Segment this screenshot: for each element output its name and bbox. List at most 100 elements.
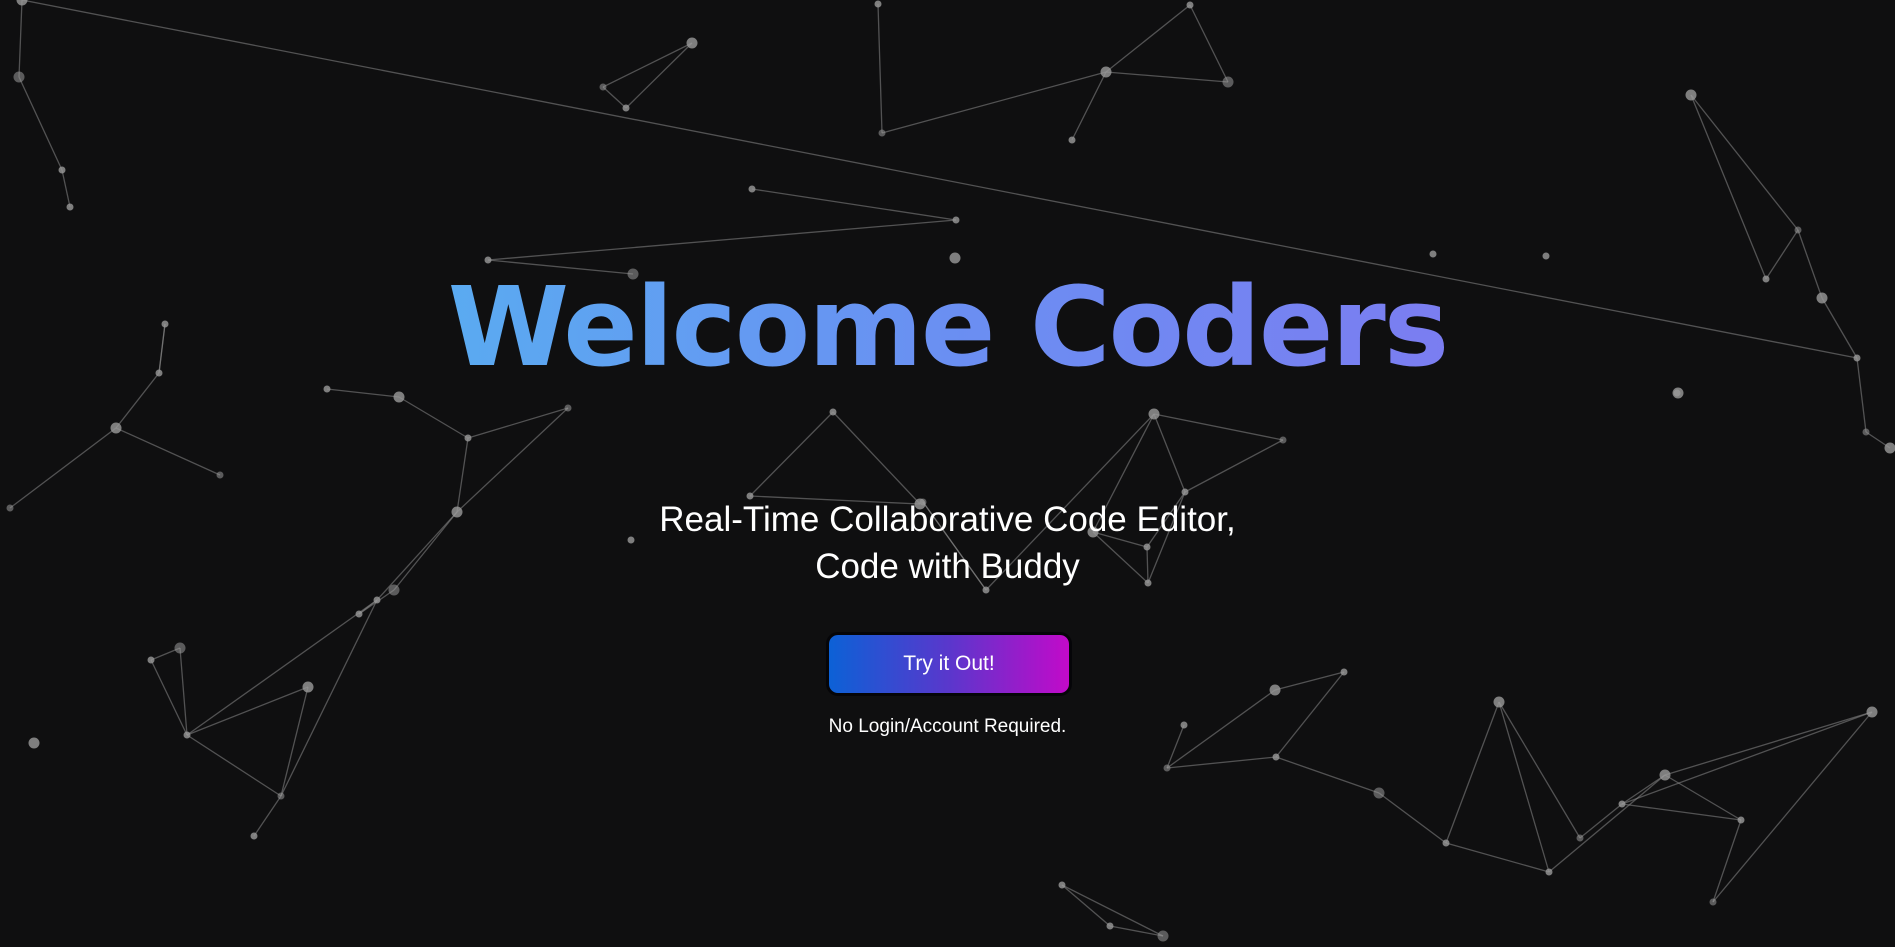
particle-dot: [1493, 696, 1505, 708]
particle-link: [398, 396, 469, 439]
particle-dot: [564, 404, 572, 412]
particle-dot: [1058, 881, 1066, 889]
particle-link: [1378, 792, 1447, 844]
particle-dot: [1100, 66, 1112, 78]
particle-dot: [952, 216, 960, 224]
particle-dot: [1429, 250, 1437, 258]
particle-dot: [464, 434, 472, 442]
particle-dot: [686, 37, 698, 49]
particle-dot: [622, 104, 630, 112]
particle-link: [1664, 774, 1742, 821]
particle-dot: [1163, 764, 1171, 772]
particle-link: [1621, 803, 1742, 821]
particle-dot: [829, 408, 837, 416]
particle-dot: [1659, 769, 1671, 781]
particle-dot: [1442, 839, 1450, 847]
particle-link: [1548, 774, 1666, 873]
particle-dot: [1269, 684, 1281, 696]
particle-link: [1184, 439, 1284, 493]
subtitle-line-1: Real-Time Collaborative Code Editor,: [659, 500, 1236, 539]
particle-link: [602, 42, 693, 88]
particle-dot: [1709, 898, 1717, 906]
particle-link: [1105, 71, 1229, 83]
particle-dot: [1340, 668, 1348, 676]
particle-link: [186, 734, 282, 797]
particle-link: [280, 686, 309, 797]
particle-dot: [1794, 226, 1802, 234]
particle-link: [751, 188, 957, 221]
particle-link: [61, 169, 71, 208]
particle-dot: [1576, 834, 1584, 842]
particle-dot: [1148, 408, 1160, 420]
particle-dot: [66, 203, 74, 211]
particle-dot: [110, 422, 122, 434]
subtitle-line-2: Code with Buddy: [815, 547, 1080, 586]
particle-link: [1071, 71, 1107, 141]
particle-link: [881, 71, 1107, 134]
particle-dot: [1373, 787, 1385, 799]
particle-link: [18, 76, 63, 171]
particle-link: [1690, 94, 1767, 280]
particle-link: [1109, 925, 1164, 937]
particle-link: [1105, 4, 1191, 73]
particle-dot: [355, 610, 363, 618]
particle-dot: [1884, 442, 1895, 454]
particle-link: [253, 795, 282, 837]
particle-dot: [1737, 816, 1745, 824]
particle-link: [1445, 842, 1550, 873]
hero-subtitle: Real-Time Collaborative Code Editor, Cod…: [0, 496, 1895, 590]
particle-link: [602, 86, 627, 109]
particle-link: [1274, 671, 1345, 691]
particle-dot: [1106, 922, 1114, 930]
particle-dot: [1542, 252, 1550, 260]
particle-dot: [1068, 136, 1076, 144]
particle-link: [280, 599, 378, 797]
page-title: Welcome Coders: [0, 262, 1895, 392]
particle-dot: [1272, 753, 1280, 761]
particle-dot: [1222, 76, 1234, 88]
particle-dot: [58, 166, 66, 174]
particle-link: [1153, 413, 1186, 493]
particle-dot: [1618, 800, 1626, 808]
particle-link: [467, 407, 569, 439]
particle-dot: [1279, 436, 1287, 444]
particle-dot: [302, 681, 314, 693]
particle-dot: [147, 656, 155, 664]
particle-dot: [216, 471, 224, 479]
particle-link: [18, 0, 23, 78]
particle-link: [1153, 413, 1284, 441]
particle-dot: [16, 0, 28, 6]
particle-dot: [1181, 488, 1189, 496]
particle-dot: [748, 185, 756, 193]
no-login-note: No Login/Account Required.: [828, 716, 1067, 737]
particle-dot: [878, 129, 886, 137]
particle-link: [1712, 819, 1742, 903]
particle-link: [625, 42, 693, 109]
landing-page: Welcome Coders Real-Time Collaborative C…: [0, 0, 1895, 947]
particle-link: [1189, 4, 1229, 83]
particle-dot: [874, 0, 882, 8]
particle-link: [115, 427, 221, 476]
particle-dot: [599, 83, 607, 91]
particle-dot: [373, 596, 381, 604]
particle-dot: [13, 71, 25, 83]
particle-link: [1579, 803, 1623, 839]
particle-dot: [174, 642, 186, 654]
particle-link: [1275, 756, 1380, 794]
particle-dot: [1862, 428, 1870, 436]
particle-link: [877, 3, 883, 134]
particle-link: [1621, 774, 1666, 805]
particle-link: [749, 411, 834, 497]
particle-dot: [1545, 868, 1553, 876]
particle-link: [1712, 711, 1873, 903]
particle-link: [1166, 756, 1277, 769]
try-it-out-button[interactable]: Try it Out!: [826, 632, 1072, 696]
particle-dot: [1685, 89, 1697, 101]
particle-network-background: [6, 0, 1895, 942]
particle-dot: [250, 832, 258, 840]
particle-link: [832, 411, 921, 505]
particle-dot: [1157, 930, 1169, 942]
particle-dot: [393, 391, 405, 403]
particle-dot: [1186, 1, 1194, 9]
particle-dot: [277, 792, 285, 800]
